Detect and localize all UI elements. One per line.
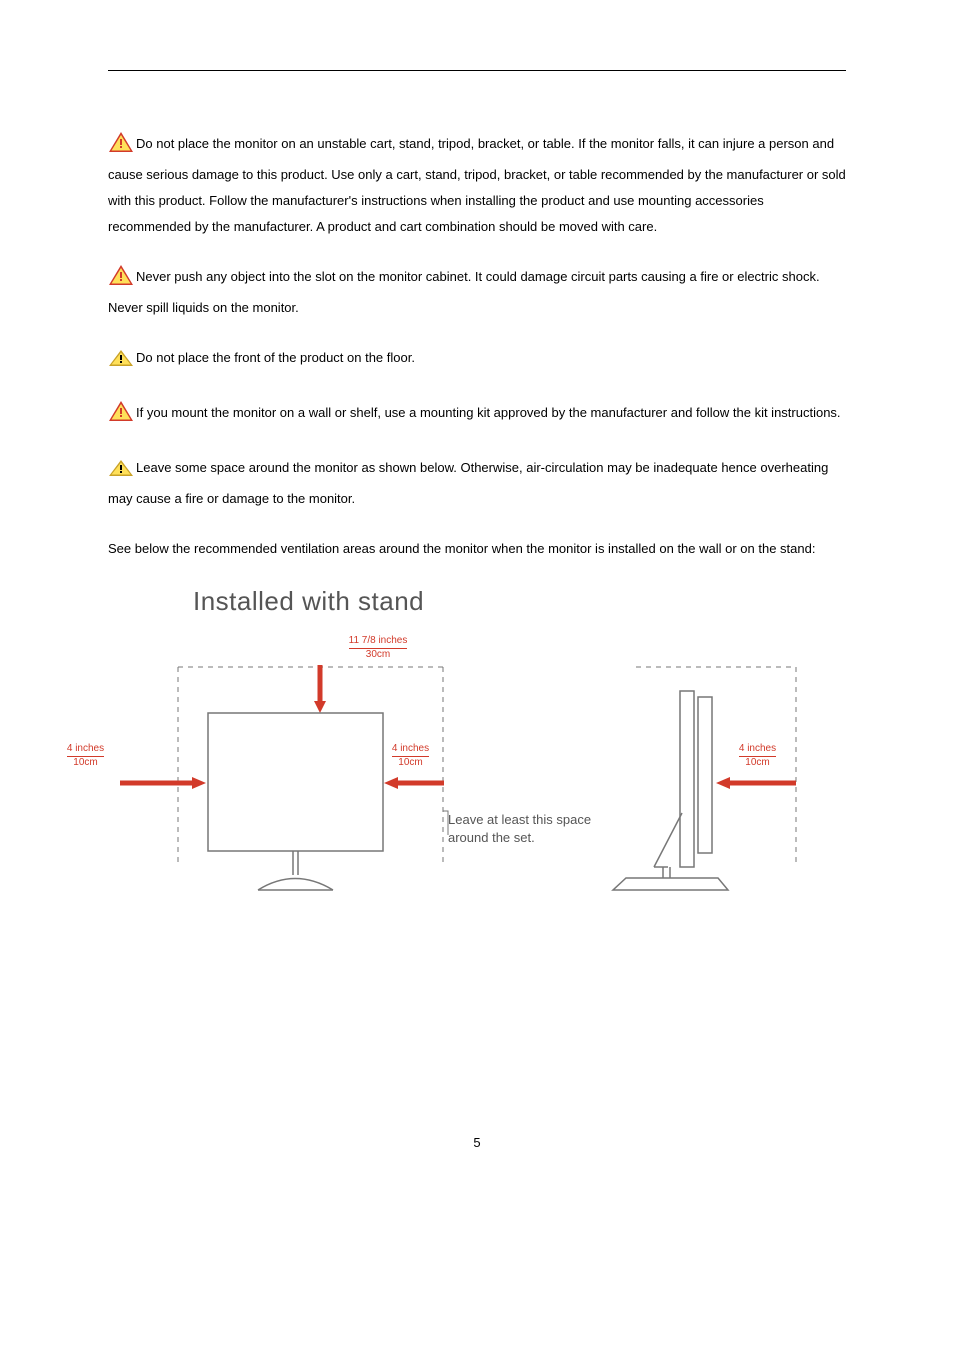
paragraph-4-text: If you mount the monitor on a wall or sh… bbox=[136, 405, 841, 420]
paragraph-1: Do not place the monitor on an unstable … bbox=[108, 131, 846, 240]
paragraph-5: Leave some space around the monitor as s… bbox=[108, 455, 846, 512]
horizontal-rule bbox=[108, 70, 846, 71]
paragraph-6-text: See below the recommended ventilation ar… bbox=[108, 541, 815, 556]
dim-left-label: 4 inches 10cm bbox=[58, 743, 113, 769]
ventilation-diagram: 11 7/8 inches 30cm 4 inches 10cm 4 inche… bbox=[108, 635, 846, 935]
caution-icon bbox=[108, 459, 134, 486]
diagram-svg bbox=[108, 635, 846, 935]
paragraph-4: If you mount the monitor on a wall or sh… bbox=[108, 400, 846, 431]
paragraph-2-text: Never push any object into the slot on t… bbox=[108, 269, 820, 315]
document-page: Do not place the monitor on an unstable … bbox=[0, 0, 954, 1190]
paragraph-2: Never push any object into the slot on t… bbox=[108, 264, 846, 321]
diagram-heading: Installed with stand bbox=[193, 586, 846, 617]
paragraph-1-text: Do not place the monitor on an unstable … bbox=[108, 136, 846, 234]
paragraph-3: Do not place the front of the product on… bbox=[108, 345, 846, 376]
dim-left-inches: 4 inches bbox=[67, 743, 104, 757]
caution-icon bbox=[108, 349, 134, 376]
warning-icon bbox=[108, 400, 134, 431]
paragraph-5-text: Leave some space around the monitor as s… bbox=[108, 460, 828, 506]
paragraph-6: See below the recommended ventilation ar… bbox=[108, 536, 846, 562]
warning-icon bbox=[108, 264, 134, 295]
dim-left-cm: 10cm bbox=[73, 757, 97, 768]
page-number: 5 bbox=[108, 1135, 846, 1150]
paragraph-3-text: Do not place the front of the product on… bbox=[136, 350, 415, 365]
warning-icon bbox=[108, 131, 134, 162]
